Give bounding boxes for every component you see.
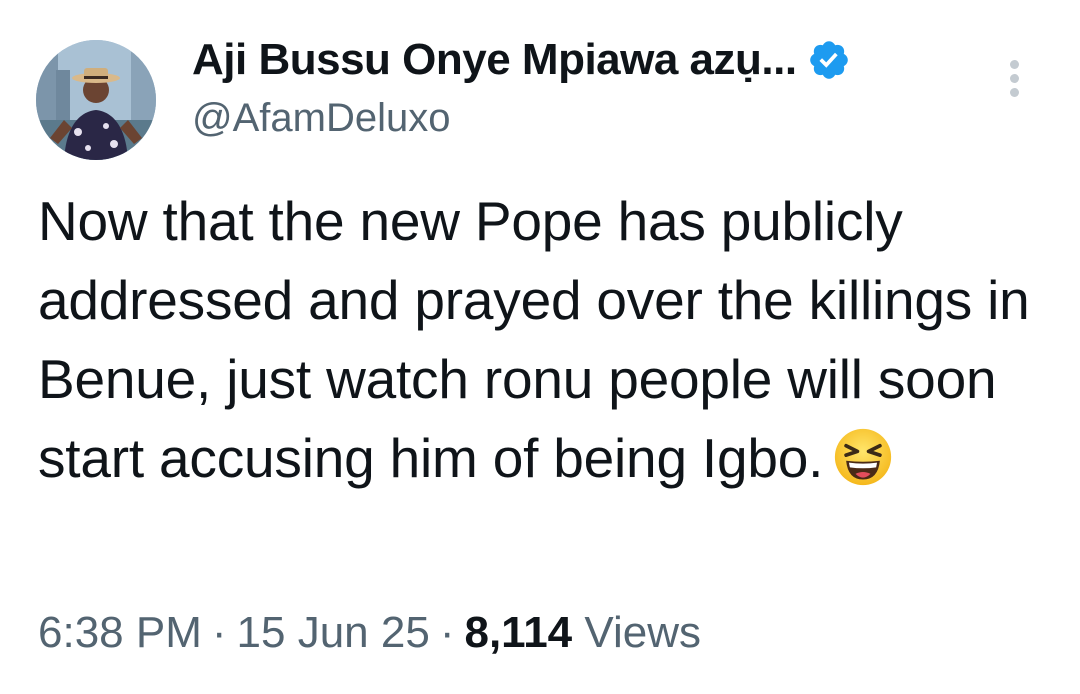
tweet-meta: 6:38 PM · 15 Jun 25 · 8,114 Views (38, 608, 701, 658)
author-handle[interactable]: @AfamDeluxo (192, 96, 851, 141)
tweet-text: Now that the new Pope has publicly addre… (38, 182, 1048, 498)
tweet-header: Aji Bussu Onye Mpiawa azụ... @AfamDeluxo (36, 30, 1044, 160)
author-avatar[interactable] (36, 40, 156, 160)
laughing-face-emoji-icon (835, 428, 892, 486)
views-label[interactable]: Views (584, 608, 701, 657)
views-count[interactable]: 8,114 (464, 608, 572, 657)
meta-separator-2: · (439, 608, 455, 657)
tweet-date[interactable]: 15 Jun 25 (237, 608, 430, 657)
display-name-row: Aji Bussu Onye Mpiawa azụ... (192, 30, 851, 90)
tweet-time[interactable]: 6:38 PM (38, 608, 202, 657)
author-display-name[interactable]: Aji Bussu Onye Mpiawa azụ... (192, 35, 797, 85)
avatar-image (36, 40, 156, 160)
more-options-icon[interactable] (1006, 60, 1022, 100)
tweet-card: Aji Bussu Onye Mpiawa azụ... @AfamDeluxo… (0, 0, 1080, 694)
verified-badge-icon[interactable] (807, 38, 851, 82)
meta-separator: · (211, 608, 227, 657)
author-names: Aji Bussu Onye Mpiawa azụ... @AfamDeluxo (192, 30, 851, 141)
